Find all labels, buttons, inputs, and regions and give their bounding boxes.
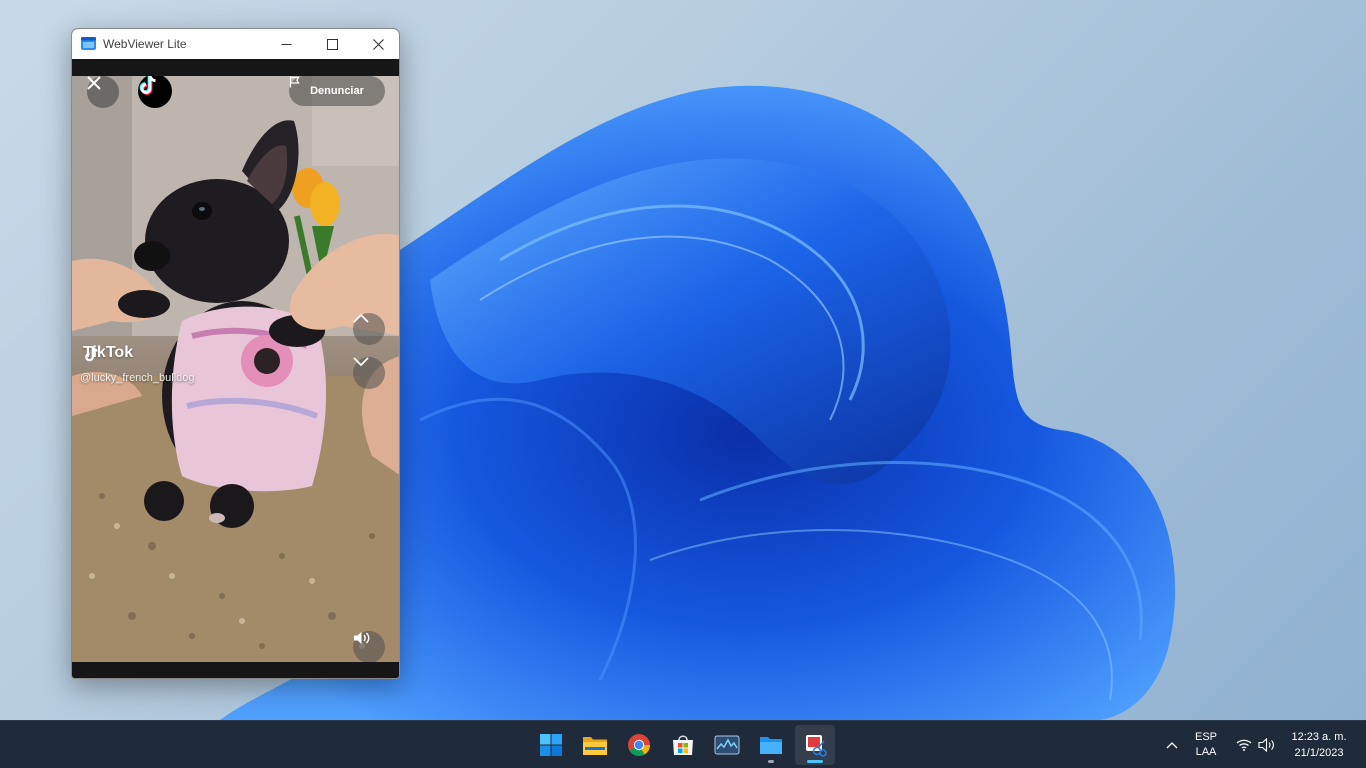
taskbar-chrome[interactable] (619, 725, 659, 765)
taskbar-microsoft-store[interactable] (663, 725, 703, 765)
tiktok-watermark-icon (85, 346, 98, 362)
tiktok-watermark: TikTok (83, 344, 133, 362)
task-manager-icon (714, 735, 740, 755)
webviewer-app-icon (81, 37, 96, 50)
flag-icon (289, 76, 300, 88)
close-icon (372, 38, 384, 50)
webviewer-window: WebViewer Lite Denunciar TikTok @lucky_f… (71, 28, 400, 679)
watermark-username: @lucky_french_bulldog (80, 372, 195, 384)
maximize-button[interactable] (309, 29, 355, 59)
taskbar-snipping-tool[interactable] (795, 725, 835, 765)
wifi-icon (1236, 739, 1252, 751)
video-frame[interactable]: Denunciar TikTok @lucky_french_bulldog (72, 76, 399, 662)
chevron-up-icon (1166, 742, 1178, 749)
close-video-button[interactable] (87, 76, 119, 108)
chevron-down-icon (353, 357, 369, 367)
running-indicator (768, 760, 774, 763)
report-button[interactable]: Denunciar (289, 76, 385, 106)
folder-icon (583, 737, 607, 755)
minimize-icon (281, 43, 291, 45)
language-code: ESP (1194, 731, 1217, 743)
network-status[interactable] (1234, 721, 1254, 768)
taskbar: ESP LAA 12:23 a. m. 21/1/2023 (0, 720, 1366, 768)
clock[interactable]: 12:23 a. m. 21/1/2023 (1280, 721, 1358, 768)
input-language-indicator[interactable]: ESP LAA (1188, 721, 1224, 768)
chrome-icon (628, 734, 650, 756)
maximize-icon (326, 38, 338, 50)
files-app-icon (760, 737, 782, 754)
tiktok-logo-icon (139, 76, 156, 95)
taskbar-task-manager[interactable] (707, 725, 747, 765)
active-indicator (807, 760, 823, 763)
store-icon (673, 735, 693, 755)
previous-video-button[interactable] (353, 313, 385, 345)
next-video-button[interactable] (353, 357, 385, 389)
snipping-tool-icon (806, 735, 827, 757)
puppy-video-image (72, 76, 399, 662)
keyboard-layout: LAA (1195, 746, 1217, 758)
volume-button[interactable] (353, 631, 385, 662)
video-player: Denunciar TikTok @lucky_french_bulldog (72, 59, 399, 678)
chevron-up-icon (353, 313, 369, 323)
show-hidden-icons-button[interactable] (1160, 721, 1184, 768)
window-title: WebViewer Lite (103, 37, 187, 51)
close-window-button[interactable] (355, 29, 399, 59)
minimize-button[interactable] (263, 29, 309, 59)
start-button[interactable] (531, 725, 571, 765)
taskbar-files-app[interactable] (751, 725, 791, 765)
close-icon (87, 76, 101, 90)
volume-status[interactable] (1256, 721, 1278, 768)
report-label: Denunciar (310, 85, 364, 97)
window-titlebar[interactable]: WebViewer Lite (72, 29, 399, 59)
clock-time: 12:23 a. m. (1291, 731, 1347, 743)
clock-date: 21/1/2023 (1294, 747, 1344, 759)
volume-icon (354, 632, 370, 644)
windows-start-icon (540, 734, 562, 756)
speaker-icon (1258, 738, 1274, 752)
taskbar-file-explorer[interactable] (575, 725, 615, 765)
